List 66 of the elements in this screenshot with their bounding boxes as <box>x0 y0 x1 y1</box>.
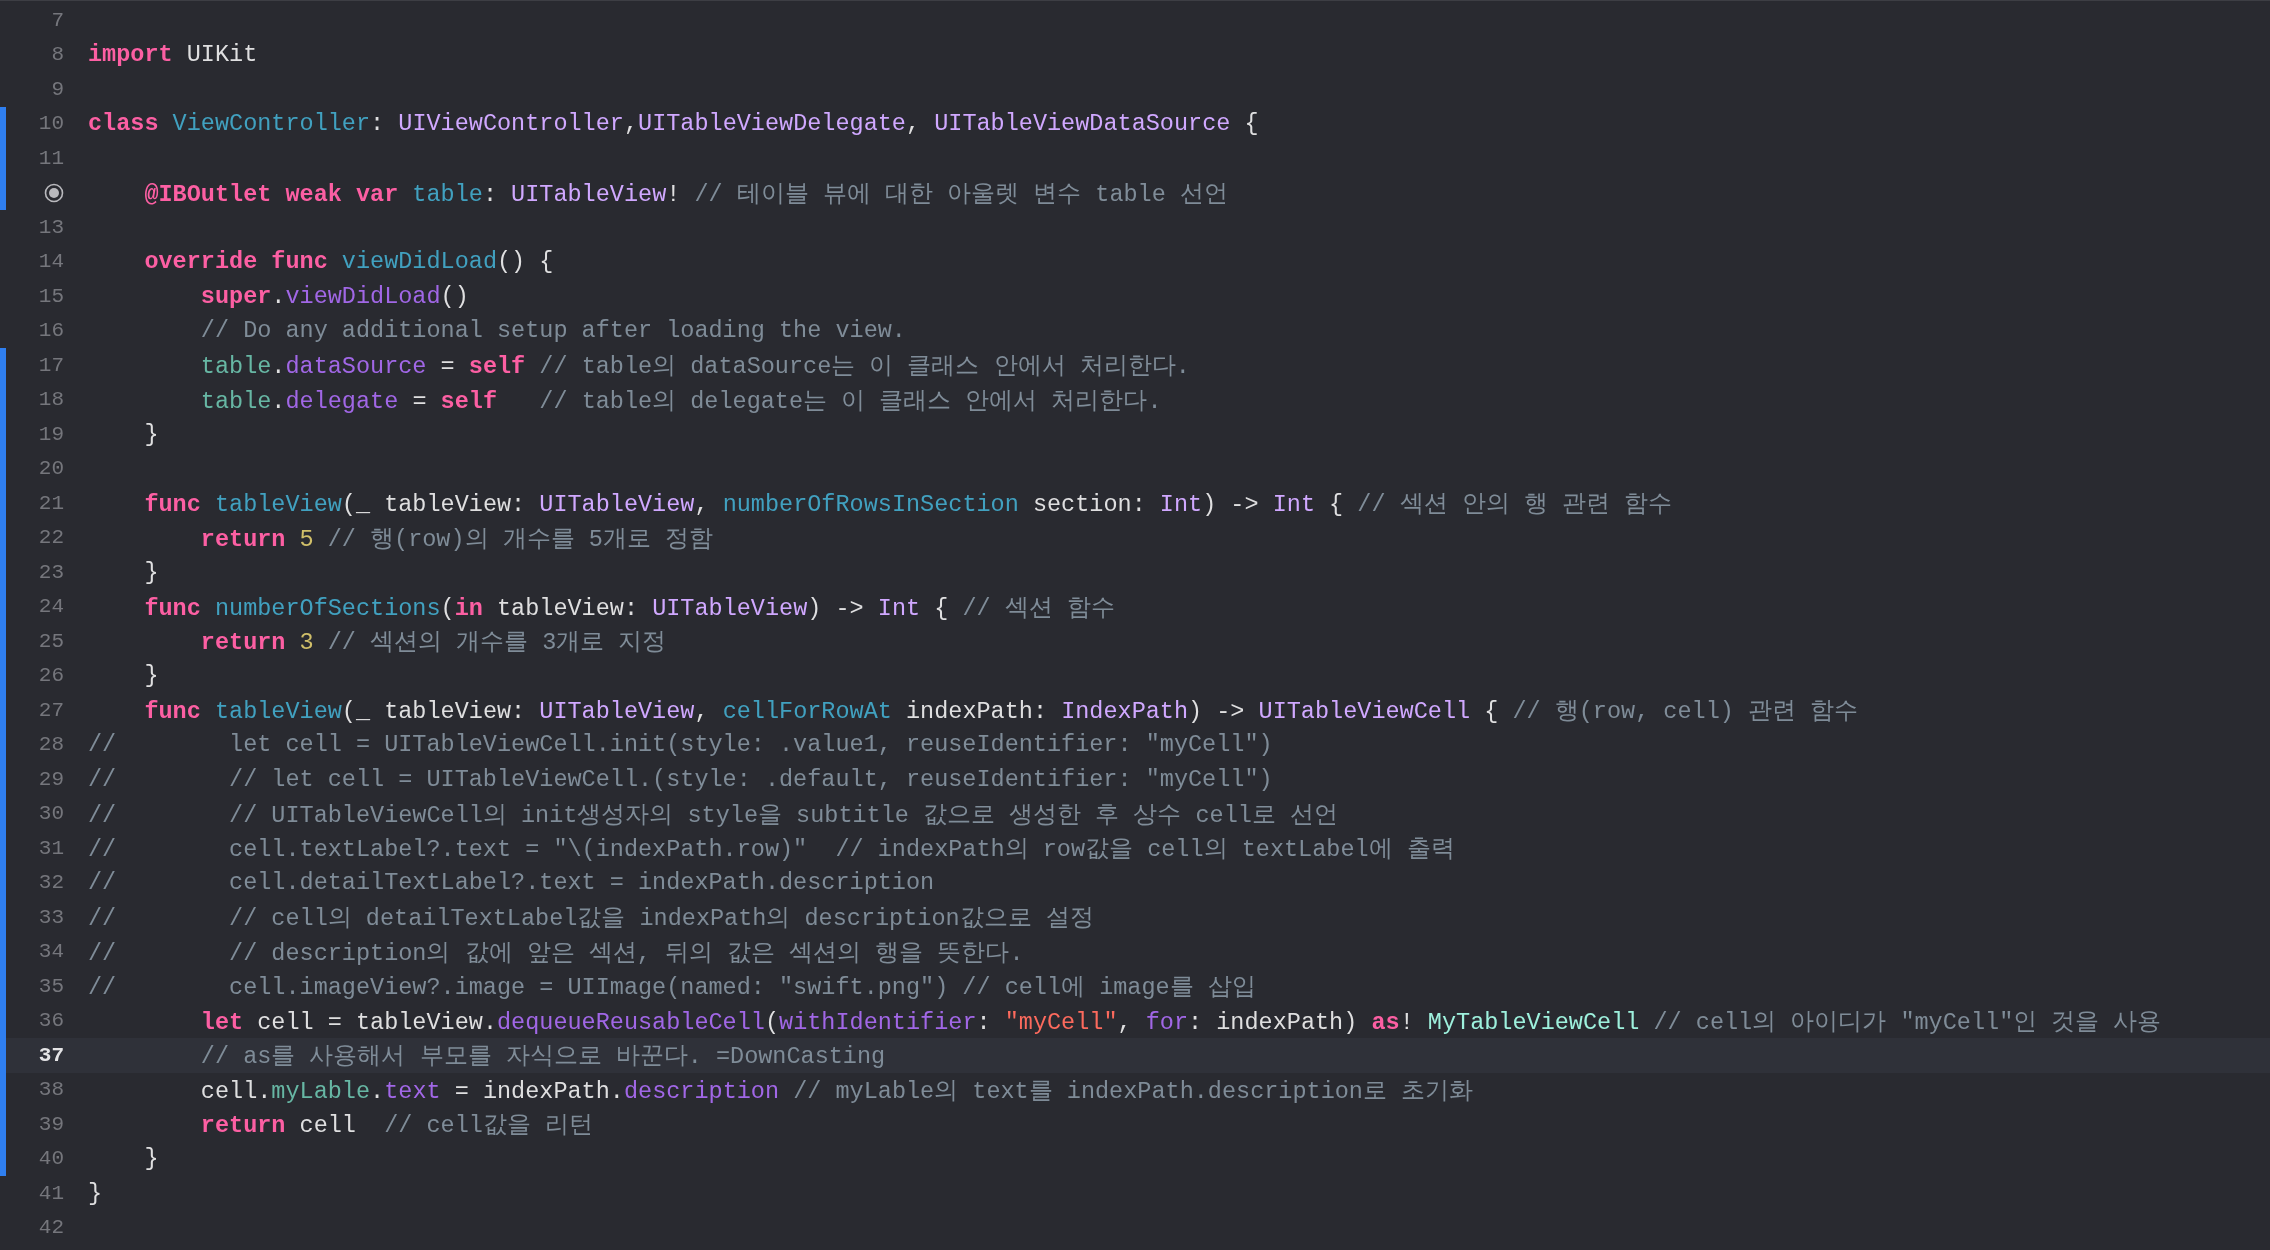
code-line: table.delegate = self // table의 delegate는 이 클래스 안에서 처리한다. <box>199 386 1163 416</box>
line-number: 11 <box>38 146 64 170</box>
line-number: 26 <box>38 664 64 688</box>
line-number: 36 <box>38 1009 64 1033</box>
code-line: // // let cell = UITableViewCell.(style: .default, reuseIdentifier: "myCell") <box>88 765 1274 793</box>
line-number: 24 <box>38 595 64 619</box>
outlet-connection-icon[interactable] <box>44 182 64 203</box>
line-number: 25 <box>38 629 64 653</box>
code-line: // // description의 값에 앞은 섹션, 뒤의 값은 섹션의 행을 뜻한다. <box>88 938 1025 968</box>
line-number: 31 <box>38 836 64 860</box>
code-line: func numberOfSections(in tableView: UITableView) -> Int { // 섹션 함수 <box>143 593 1116 623</box>
line-number: 23 <box>38 560 64 584</box>
line-number: 39 <box>38 1112 64 1136</box>
line-number: 19 <box>38 422 64 446</box>
line-number: 13 <box>38 215 64 239</box>
code-line: // // UITableViewCell의 init생성자의 style을 subtitle 값으로 생성한 후 상수 cell로 선언 <box>88 800 1339 830</box>
code-line: func tableView(_ tableView: UITableView, numberOfRowsInSection section: Int) -> Int { // 섹션 안의 행 관련 함수 <box>143 490 1673 520</box>
line-number: 7 <box>51 8 64 32</box>
code-line: } <box>143 420 160 448</box>
line-number: 33 <box>38 905 64 929</box>
code-line: import UIKit <box>88 41 259 69</box>
line-number: 34 <box>38 940 64 964</box>
code-line: func tableView(_ tableView: UITableView, cellForRowAt indexPath: IndexPath) -> UITableViewCell { // 행(row, cell) 관련 함수 <box>143 697 1860 727</box>
line-number: 10 <box>38 112 64 136</box>
code-line: } <box>143 1145 160 1173</box>
line-number: 41 <box>38 1181 64 1205</box>
code-line: } <box>88 1179 104 1207</box>
code-line: return cell // cell값을 리턴 <box>199 1111 594 1141</box>
code-line: override func viewDidLoad() { <box>143 248 555 276</box>
code-line: cell.myLable.text = indexPath.description // myLable의 text를 indexPath.description로 초기화 <box>199 1076 1475 1106</box>
line-number: 18 <box>38 388 64 412</box>
line-number: 27 <box>38 698 64 722</box>
code-line: // // cell의 detailTextLabel값을 indexPath의 description값으로 설정 <box>88 904 1095 934</box>
code-line: class ViewController: UIViewController,UITableViewDelegate, UITableViewDataSource { <box>88 110 1260 138</box>
line-number: 30 <box>38 802 64 826</box>
line-number: 20 <box>38 457 64 481</box>
line-number: 14 <box>38 250 64 274</box>
code-line: let cell = tableView.dequeueReusableCell(withIdentifier: "myCell", for: indexPath) as! MyTableViewCell // cell의 아이디가 "myCell"인 것을 사용 <box>199 1007 2163 1037</box>
line-number: 22 <box>38 526 64 550</box>
line-number: 32 <box>38 871 64 895</box>
line-number: 9 <box>51 77 64 101</box>
code-line: @IBOutlet weak var table: UITableView! // 테이블 뷰에 대한 아울렛 변수 table 선언 <box>143 179 1229 209</box>
line-number: 35 <box>38 974 64 998</box>
code-line: super.viewDidLoad() <box>199 282 470 310</box>
line-number: 17 <box>38 353 64 377</box>
line-number: 15 <box>38 284 64 308</box>
code-line: // as를 사용해서 부모를 자식으로 바꾼다. =DownCasting <box>199 1042 887 1072</box>
code-line: // Do any additional setup after loading the view. <box>199 317 907 345</box>
code-line: return 5 // 행(row)의 개수를 5개로 정함 <box>199 524 714 554</box>
code-line: // cell.imageView?.image = UIImage(named: "swift.png") // cell에 image를 삽입 <box>88 973 1257 1003</box>
line-number: 8 <box>51 43 64 67</box>
line-number: 16 <box>38 319 64 343</box>
line-number: 38 <box>38 1078 64 1102</box>
code-line: return 3 // 섹션의 개수를 3개로 지정 <box>199 628 668 658</box>
code-line: } <box>143 662 160 690</box>
line-number: 42 <box>38 1216 64 1240</box>
code-line: // cell.detailTextLabel?.text = indexPath.description <box>88 869 936 897</box>
line-number: 28 <box>38 733 64 757</box>
code-line: table.dataSource = self // table의 dataSource는 이 클래스 안에서 처리한다. <box>199 352 1191 382</box>
line-number: 40 <box>38 1147 64 1171</box>
code-line: // let cell = UITableViewCell.init(style: .value1, reuseIdentifier: "myCell") <box>88 731 1274 759</box>
code-line: } <box>143 558 160 586</box>
line-number: 21 <box>38 491 64 515</box>
line-number: 29 <box>38 767 64 791</box>
code-line: // cell.textLabel?.text = "\(indexPath.row)" // indexPath의 row값을 cell의 textLabel에 출력 <box>88 835 1456 865</box>
line-number: 37 <box>38 1043 64 1067</box>
